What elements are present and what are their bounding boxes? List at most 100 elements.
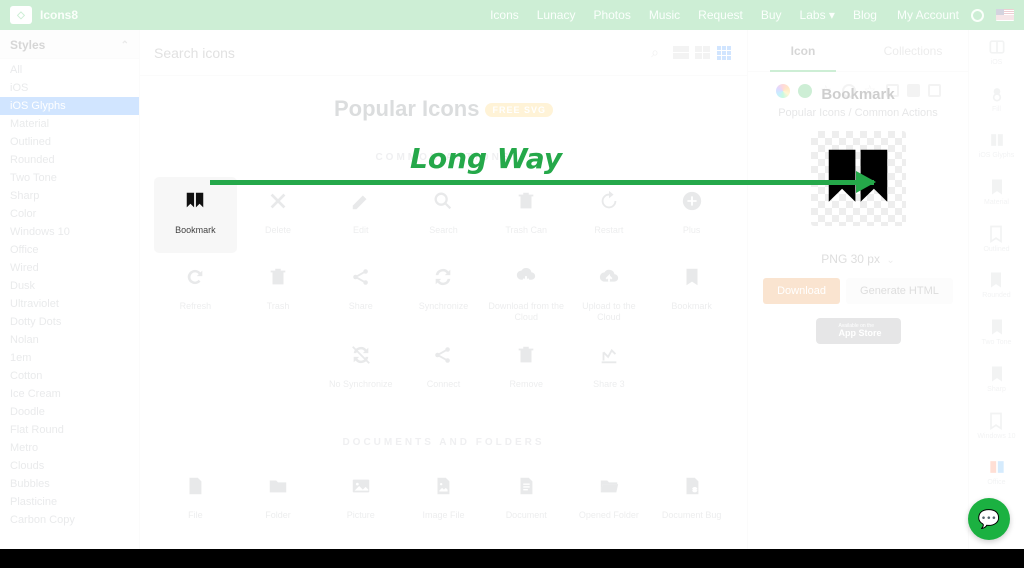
nav-link-request[interactable]: Request (698, 8, 743, 22)
icon-cell-delete[interactable]: Delete (237, 177, 320, 253)
style-item-dotty-dots[interactable]: Dotty Dots (0, 313, 139, 331)
icon-cell-share[interactable]: Share (319, 253, 402, 331)
icon-cell-bookmark[interactable]: Bookmark (154, 177, 237, 253)
glyph-icon (987, 131, 1007, 149)
rail-item-fill[interactable]: Fill (987, 85, 1007, 114)
style-item-plasticine[interactable]: Plasticine (0, 493, 139, 511)
icon-cell-refresh[interactable]: Refresh (154, 253, 237, 331)
icon-label: Share (349, 301, 373, 321)
icon-cell-no-synchronize[interactable]: No Synchronize (319, 331, 402, 407)
icon-cell-document[interactable]: Document (485, 462, 568, 538)
nav-link-labs[interactable]: Labs ▾ (800, 8, 835, 22)
rail-item-two-tone[interactable]: Two Tone (982, 318, 1012, 347)
style-item-all[interactable]: All (0, 61, 139, 79)
style-item-metro[interactable]: Metro (0, 439, 139, 457)
icon-cell-restart[interactable]: Restart (568, 177, 651, 253)
app-store-badge[interactable]: Available on theApp Store (816, 318, 901, 344)
icon-cell-trash[interactable]: Trash (237, 253, 320, 331)
style-item-wired[interactable]: Wired (0, 259, 139, 277)
icon-cell-edit[interactable]: Edit (319, 177, 402, 253)
chat-fab[interactable]: 💬 (968, 498, 1010, 540)
style-item-cotton[interactable]: Cotton (0, 367, 139, 385)
view-list-icon[interactable] (673, 46, 689, 60)
rail-item-sharp[interactable]: Sharp (987, 365, 1007, 394)
nav-link-blog[interactable]: Blog (853, 8, 877, 22)
icon-cell-opened-folder[interactable]: Opened Folder (568, 462, 651, 538)
style-item-ice-cream[interactable]: Ice Cream (0, 385, 139, 403)
icon-cell-remove[interactable]: Remove (485, 331, 568, 407)
nav-link-icons[interactable]: Icons (490, 8, 519, 22)
style-item-material[interactable]: Material (0, 115, 139, 133)
generate-html-button[interactable]: Generate HTML (846, 278, 953, 304)
view-grid-large-icon[interactable] (695, 46, 711, 60)
style-item-ultraviolet[interactable]: Ultraviolet (0, 295, 139, 313)
sidebar-header[interactable]: Styles ⌃ (0, 30, 139, 59)
swatch-green[interactable] (798, 84, 812, 98)
swatch-square-outline-2[interactable] (928, 84, 941, 97)
icon-cell-bookmark[interactable]: Bookmark (650, 253, 733, 331)
download-button[interactable]: Download (763, 278, 840, 304)
view-grid-small-icon[interactable] (717, 46, 733, 60)
rail-label: Two Tone (982, 339, 1012, 347)
rail-item-ios-glyphs[interactable]: iOS Glyphs (979, 131, 1014, 160)
nav-link-music[interactable]: Music (649, 8, 680, 22)
icon-cell-connect[interactable]: Connect (402, 331, 485, 407)
style-item-doodle[interactable]: Doodle (0, 403, 139, 421)
tab-icon[interactable]: Icon (748, 30, 858, 71)
rail-item-material[interactable]: Material (984, 178, 1009, 207)
icon-cell-download-from-the-cloud[interactable]: Download from the Cloud (485, 253, 568, 331)
swatch-square-fill[interactable] (907, 84, 920, 97)
icon-cell-share-3[interactable]: Share 3 (568, 331, 651, 407)
icon-label: Opened Folder (579, 510, 639, 530)
icon-cell-plus[interactable]: Plus (650, 177, 733, 253)
style-item-outlined[interactable]: Outlined (0, 133, 139, 151)
cloud-up-icon (595, 263, 623, 291)
style-item-dusk[interactable]: Dusk (0, 277, 139, 295)
rail-item-outlined[interactable]: Outlined (983, 225, 1009, 254)
style-item-windows-10[interactable]: Windows 10 (0, 223, 139, 241)
style-item-nolan[interactable]: Nolan (0, 331, 139, 349)
style-item-1em[interactable]: 1em (0, 349, 139, 367)
icon-label: Upload to the Cloud (570, 301, 649, 323)
style-item-sharp[interactable]: Sharp (0, 187, 139, 205)
style-item-rounded[interactable]: Rounded (0, 151, 139, 169)
nav-link-buy[interactable]: Buy (761, 8, 782, 22)
icon-cell-upload-to-the-cloud[interactable]: Upload to the Cloud (568, 253, 651, 331)
icon-cell-folder[interactable]: Folder (237, 462, 320, 538)
icon-label: Remove (509, 379, 543, 399)
search-icon[interactable]: ⌕ (651, 44, 659, 61)
icon-cell-file[interactable]: File (154, 462, 237, 538)
style-item-carbon-copy[interactable]: Carbon Copy (0, 511, 139, 529)
icon-cell-search[interactable]: Search (402, 177, 485, 253)
icon-cell-trash-can[interactable]: Trash Can (485, 177, 568, 253)
tab-collections[interactable]: Collections (858, 30, 968, 71)
rail-item-rounded[interactable]: Rounded (982, 271, 1010, 300)
style-item-flat-round[interactable]: Flat Round (0, 421, 139, 439)
style-item-ios-glyphs[interactable]: iOS Glyphs (0, 97, 139, 115)
nav-link-lunacy[interactable]: Lunacy (537, 8, 576, 22)
style-item-office[interactable]: Office (0, 241, 139, 259)
style-item-color[interactable]: Color (0, 205, 139, 223)
rail-item-ios[interactable]: iOS (987, 38, 1007, 67)
search-input[interactable] (154, 45, 643, 61)
style-item-two-tone[interactable]: Two Tone (0, 169, 139, 187)
style-item-ios[interactable]: iOS (0, 79, 139, 97)
rail-item-windows-10[interactable]: Windows 10 (977, 412, 1015, 441)
icon-cell-document-bug[interactable]: Document Bug (650, 462, 733, 538)
rail-item-office[interactable]: Office (987, 458, 1007, 487)
brand-logo[interactable]: ◇ (10, 6, 32, 24)
nav-link-photos[interactable]: Photos (593, 8, 630, 22)
format-selector[interactable]: PNG 30 px ⌄ (821, 252, 894, 266)
detail-panel: Icon Collections Bookmark Popular Icons … (748, 30, 968, 568)
swatch-rainbow[interactable] (776, 84, 790, 98)
icon-cell-picture[interactable]: Picture (319, 462, 402, 538)
flag-us-icon[interactable] (996, 9, 1014, 21)
brand-name[interactable]: Icons8 (40, 8, 78, 22)
my-account-link[interactable]: My Account (897, 8, 959, 22)
breadcrumb[interactable]: Popular Icons / Common Actions (778, 107, 938, 119)
icon-cell-synchronize[interactable]: Synchronize (402, 253, 485, 331)
gear-icon[interactable] (971, 9, 984, 22)
icon-cell-image-file[interactable]: Image File (402, 462, 485, 538)
style-item-clouds[interactable]: Clouds (0, 457, 139, 475)
style-item-bubbles[interactable]: Bubbles (0, 475, 139, 493)
